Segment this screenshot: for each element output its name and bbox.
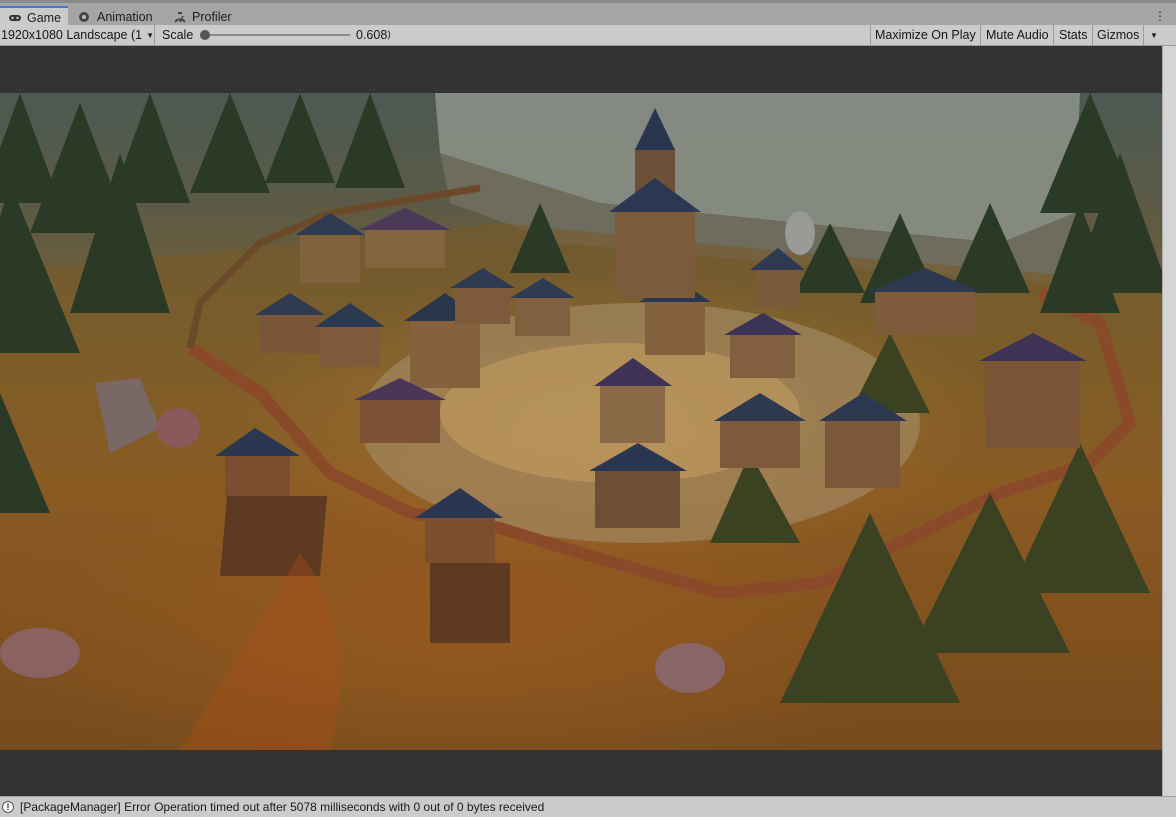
animation-icon xyxy=(78,11,92,23)
scale-slider-track[interactable] xyxy=(205,34,350,36)
tab-profiler-label: Profiler xyxy=(192,10,232,24)
gizmos-dropdown-button[interactable]: ▼ xyxy=(1146,25,1162,45)
village-scene xyxy=(0,93,1162,750)
scale-label: Scale xyxy=(162,28,194,42)
mute-audio-button[interactable]: Mute Audio xyxy=(982,25,1054,45)
editor-tab-bar: Game Animation Profiler ⋮ xyxy=(0,0,1176,28)
scale-value-text: 0.608 xyxy=(356,28,388,42)
dropdown-arrow-icon: ▼ xyxy=(146,30,155,40)
vertical-scrollbar[interactable] xyxy=(1162,46,1176,796)
resolution-value: 1920x1080 Landscape (1 xyxy=(1,28,143,42)
tab-animation-label: Animation xyxy=(97,10,153,24)
more-options-icon[interactable]: ⋮ xyxy=(1154,9,1166,23)
profiler-icon xyxy=(173,11,187,23)
stats-button[interactable]: Stats xyxy=(1055,25,1093,45)
gizmos-button[interactable]: Gizmos xyxy=(1093,25,1145,45)
gamepad-icon xyxy=(8,12,22,24)
scale-value-overflow-icon: ⟩ xyxy=(387,29,392,41)
scale-slider-thumb[interactable] xyxy=(200,30,210,40)
scale-value: 0.608 ⟩ xyxy=(356,25,391,45)
maximize-on-play-button[interactable]: Maximize On Play xyxy=(870,25,981,45)
game-viewport[interactable] xyxy=(0,93,1162,750)
tab-game-label: Game xyxy=(27,11,62,25)
game-view-toolbar: 1920x1080 Landscape (1 ▼ Scale 0.608 ⟩ Ma… xyxy=(0,25,1176,46)
status-message: [PackageManager] Error Operation timed o… xyxy=(20,800,545,814)
status-bar[interactable]: ! [PackageManager] Error Operation timed… xyxy=(0,796,1176,817)
warning-icon: ! xyxy=(2,801,14,813)
resolution-dropdown[interactable]: 1920x1080 Landscape (1 ▼ xyxy=(0,25,155,45)
dropdown-arrow-icon: ▼ xyxy=(1150,30,1158,40)
